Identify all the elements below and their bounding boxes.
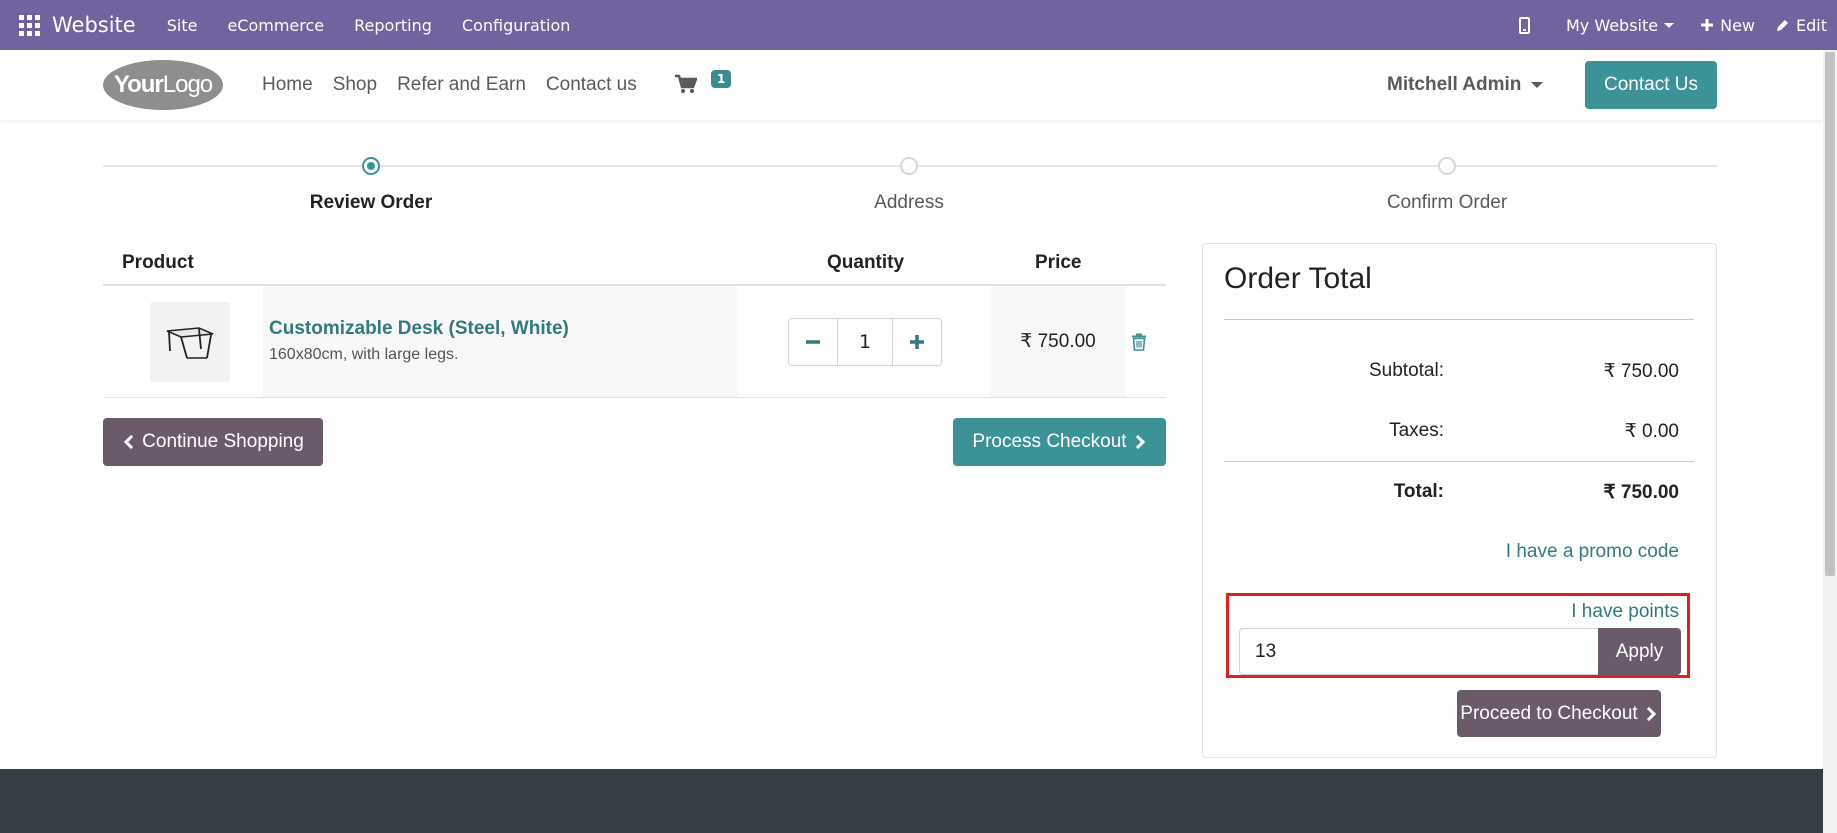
continue-shopping-button[interactable]: Continue Shopping	[103, 418, 323, 466]
process-checkout-button[interactable]: Process Checkout	[953, 418, 1166, 466]
chevron-right-icon	[1130, 434, 1145, 450]
taxes-value: ₹ 0.00	[1624, 421, 1679, 442]
caret-down-icon	[1664, 22, 1675, 28]
table-row-divider	[103, 397, 1166, 398]
step-dot-review-order	[362, 157, 380, 175]
proceed-to-checkout-label: Proceed to Checkout	[1460, 702, 1638, 724]
logo-text-bold: Your	[113, 71, 164, 98]
apply-points-button[interactable]: Apply	[1598, 628, 1681, 675]
cart-button[interactable]	[674, 74, 699, 96]
site-logo[interactable]: Your Logo	[103, 60, 223, 110]
admin-navbar: Website Site eCommerce Reporting Configu…	[0, 0, 1837, 50]
website-header: Your Logo Home Shop Refer and Earn Contac…	[0, 50, 1823, 120]
chevron-right-icon	[1641, 706, 1656, 721]
edit-label: Edit	[1796, 15, 1827, 35]
website-selector-label: My Website	[1565, 15, 1659, 35]
step-review-order: Review Order	[309, 192, 433, 213]
subtotal-label: Subtotal:	[1369, 360, 1444, 381]
minus-icon	[806, 340, 820, 344]
header-quantity: Quantity	[827, 252, 905, 273]
plus-icon	[910, 335, 924, 349]
user-name: Mitchell Admin	[1387, 74, 1522, 95]
cart-count-badge: 1	[711, 70, 732, 88]
product-cell-bg	[263, 287, 738, 397]
new-label: New	[1720, 15, 1756, 35]
totals-divider	[1224, 461, 1694, 462]
trash-icon[interactable]	[1131, 333, 1147, 351]
total-value: ₹ 750.00	[1603, 482, 1679, 503]
mobile-preview-button[interactable]	[1509, 16, 1556, 34]
desk-image-icon	[166, 327, 214, 359]
menu-configuration[interactable]: Configuration	[447, 16, 586, 35]
nav-shop[interactable]: Shop	[323, 74, 387, 96]
table-header-divider	[103, 284, 1166, 286]
step-dot-confirm-order	[1438, 157, 1456, 175]
header-price: Price	[1035, 252, 1082, 273]
quantity-stepper: 1	[788, 318, 942, 366]
increase-quantity-button[interactable]	[893, 319, 941, 365]
user-menu[interactable]: Mitchell Admin	[1387, 50, 1544, 120]
promo-code-link[interactable]: I have a promo code	[1506, 541, 1679, 563]
product-name-link[interactable]: Customizable Desk (Steel, White)	[269, 318, 569, 340]
website-selector[interactable]: My Website	[1556, 16, 1684, 35]
mobile-icon	[1518, 16, 1530, 34]
caret-down-icon	[1531, 82, 1544, 88]
points-input[interactable]: 13	[1239, 628, 1599, 675]
nav-contact-us[interactable]: Contact us	[536, 74, 647, 96]
cart-icon	[674, 74, 698, 93]
process-checkout-label: Process Checkout	[972, 431, 1127, 452]
page-scrollbar[interactable]	[1823, 50, 1837, 833]
product-description: 160x80cm, with large legs.	[269, 346, 459, 363]
menu-ecommerce[interactable]: eCommerce	[212, 16, 339, 35]
taxes-label: Taxes:	[1389, 420, 1444, 441]
decrease-quantity-button[interactable]	[789, 319, 837, 365]
step-dot-address	[900, 157, 918, 175]
pencil-icon	[1777, 19, 1789, 31]
have-points-link[interactable]: I have points	[1571, 601, 1679, 623]
subtotal-value: ₹ 750.00	[1603, 361, 1679, 382]
plus-icon	[1701, 19, 1714, 31]
proceed-to-checkout-button[interactable]: Proceed to Checkout	[1457, 690, 1661, 737]
new-button[interactable]: New	[1690, 16, 1765, 35]
continue-shopping-label: Continue Shopping	[142, 431, 304, 452]
card-title-divider	[1224, 319, 1694, 320]
admin-brand[interactable]: Website	[52, 13, 136, 37]
page-footer	[0, 769, 1823, 833]
scrollbar-thumb[interactable]	[1825, 52, 1835, 576]
chevron-left-icon	[124, 434, 139, 450]
order-total-title: Order Total	[1224, 262, 1372, 295]
main-nav: Home Shop Refer and Earn Contact us	[252, 50, 699, 120]
total-label: Total:	[1393, 481, 1444, 502]
step-confirm-order: Confirm Order	[1386, 192, 1508, 213]
nav-refer-and-earn[interactable]: Refer and Earn	[387, 74, 536, 96]
header-product: Product	[122, 252, 194, 273]
apps-menu-icon[interactable]	[16, 12, 42, 38]
contact-us-button[interactable]: Contact Us	[1585, 61, 1717, 109]
menu-reporting[interactable]: Reporting	[339, 16, 447, 35]
quantity-input[interactable]: 1	[837, 319, 893, 365]
product-price: ₹ 750.00	[1020, 331, 1096, 352]
logo-text: Logo	[162, 71, 213, 98]
menu-site[interactable]: Site	[152, 16, 213, 35]
nav-home[interactable]: Home	[252, 74, 323, 96]
edit-button[interactable]: Edit	[1765, 16, 1837, 35]
step-address: Address	[874, 192, 944, 213]
